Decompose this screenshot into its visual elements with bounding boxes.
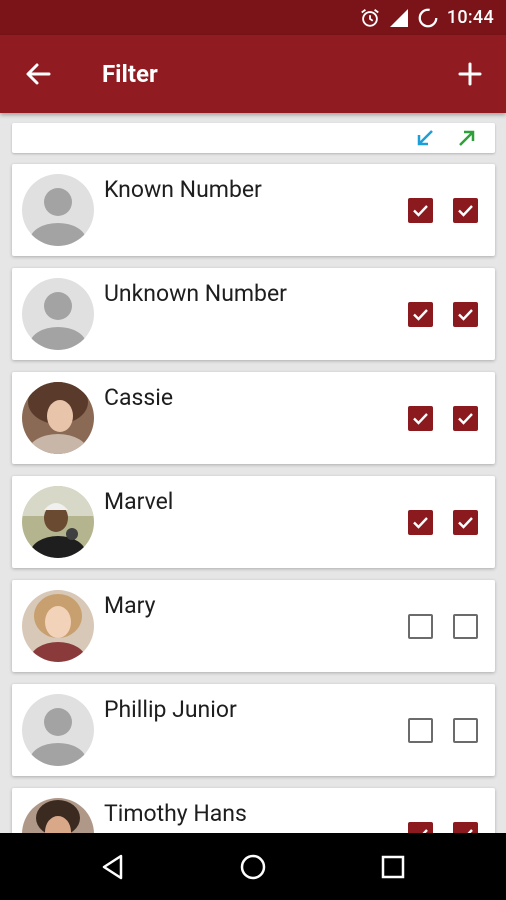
check-icon bbox=[458, 205, 473, 217]
contact-row[interactable]: Timothy Hans bbox=[12, 788, 495, 833]
contact-name: Cassie bbox=[104, 384, 174, 411]
back-button[interactable] bbox=[20, 56, 56, 92]
contact-name: Known Number bbox=[104, 176, 262, 203]
contact-photo-avatar bbox=[22, 382, 94, 454]
status-time: 10:44 bbox=[446, 7, 494, 28]
default-avatar-icon bbox=[22, 278, 94, 350]
incoming-filter-checkbox[interactable] bbox=[408, 822, 433, 833]
check-icon bbox=[458, 517, 473, 529]
outgoing-filter-checkbox[interactable] bbox=[453, 510, 478, 535]
check-icon bbox=[458, 413, 473, 425]
incoming-filter-checkbox[interactable] bbox=[408, 198, 433, 223]
contact-row[interactable]: Mary bbox=[12, 580, 495, 672]
check-icon bbox=[422, 829, 428, 833]
column-header-card bbox=[12, 123, 495, 153]
add-filter-button[interactable] bbox=[452, 56, 488, 92]
check-icon bbox=[458, 309, 473, 321]
page-title: Filter bbox=[102, 60, 158, 88]
app-bar: Filter bbox=[0, 35, 506, 113]
incoming-filter-checkbox[interactable] bbox=[408, 614, 433, 639]
signal-icon bbox=[389, 8, 409, 28]
default-avatar-icon bbox=[22, 694, 94, 766]
circle-home-icon bbox=[240, 854, 266, 880]
outgoing-call-arrow-icon bbox=[459, 130, 475, 146]
incoming-filter-checkbox[interactable] bbox=[408, 406, 433, 431]
outgoing-filter-checkbox[interactable] bbox=[453, 718, 478, 743]
contact-name: Timothy Hans bbox=[104, 800, 247, 827]
outgoing-filter-checkbox[interactable] bbox=[453, 822, 478, 833]
nav-home-button[interactable] bbox=[236, 850, 270, 884]
plus-icon bbox=[458, 62, 482, 86]
incoming-filter-checkbox[interactable] bbox=[408, 718, 433, 743]
outgoing-filter-checkbox[interactable] bbox=[453, 614, 478, 639]
contact-name: Mary bbox=[104, 592, 156, 619]
check-icon bbox=[467, 829, 473, 833]
contact-name: Unknown Number bbox=[104, 280, 287, 307]
status-bar: 10:44 bbox=[0, 0, 506, 35]
outgoing-filter-checkbox[interactable] bbox=[453, 302, 478, 327]
outgoing-filter-checkbox[interactable] bbox=[453, 198, 478, 223]
contact-row[interactable]: Unknown Number bbox=[12, 268, 495, 360]
contact-list[interactable]: Known Number Unknown Number Cassie Marve… bbox=[0, 113, 506, 833]
arrow-left-icon bbox=[26, 63, 51, 85]
contact-name: Phillip Junior bbox=[104, 696, 237, 723]
square-recents-icon bbox=[381, 855, 405, 879]
incoming-filter-checkbox[interactable] bbox=[408, 510, 433, 535]
nav-recents-button[interactable] bbox=[376, 850, 410, 884]
contact-row[interactable]: Cassie bbox=[12, 372, 495, 464]
outgoing-filter-checkbox[interactable] bbox=[453, 406, 478, 431]
contact-photo-avatar bbox=[22, 590, 94, 662]
contact-photo-avatar bbox=[22, 798, 94, 833]
incoming-call-arrow-icon bbox=[417, 130, 433, 146]
contact-photo-avatar bbox=[22, 486, 94, 558]
default-avatar-icon bbox=[22, 174, 94, 246]
contact-name: Marvel bbox=[104, 488, 174, 515]
check-icon bbox=[413, 413, 428, 425]
contact-row[interactable]: Known Number bbox=[12, 164, 495, 256]
battery-charging-icon bbox=[417, 7, 439, 29]
incoming-filter-checkbox[interactable] bbox=[408, 302, 433, 327]
contact-row[interactable]: Marvel bbox=[12, 476, 495, 568]
contact-row[interactable]: Phillip Junior bbox=[12, 684, 495, 776]
status-icons: 10:44 bbox=[359, 0, 494, 35]
check-icon bbox=[413, 205, 428, 217]
alarm-icon bbox=[359, 7, 381, 29]
nav-back-button[interactable] bbox=[96, 850, 130, 884]
navigation-bar bbox=[0, 833, 506, 900]
check-icon bbox=[413, 309, 428, 321]
triangle-back-icon bbox=[102, 854, 123, 880]
check-icon bbox=[413, 517, 428, 529]
